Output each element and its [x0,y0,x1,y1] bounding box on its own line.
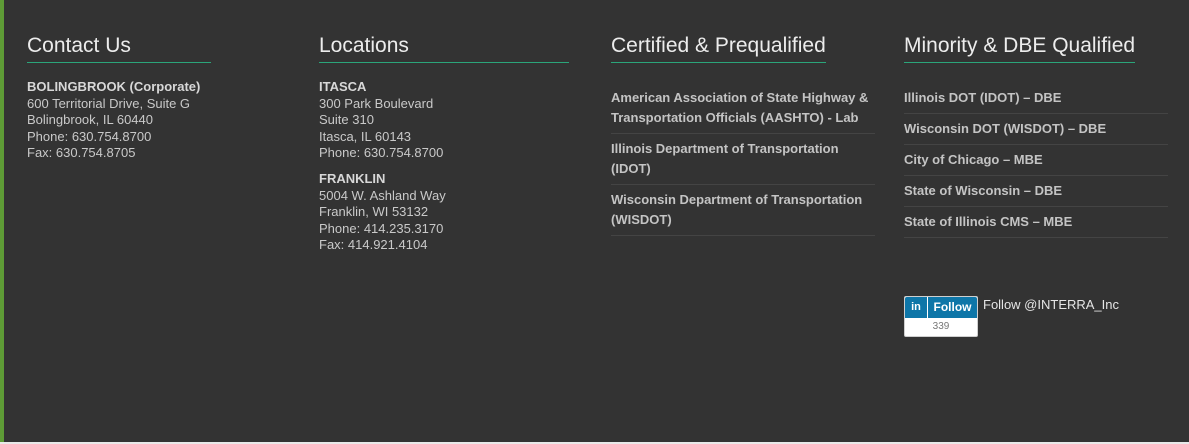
fax-number: Fax: 414.921.4104 [319,237,428,253]
address-line: Franklin, WI 53132 [319,204,429,220]
linkedin-follow-button[interactable]: in Follow 339 [904,296,978,337]
office-name: BOLINGBROOK (Corporate) [27,79,201,94]
certified-item-aashto[interactable]: American Association of State Highway & … [611,83,875,134]
minority-item-wisconsin-dbe[interactable]: State of Wisconsin – DBE [904,176,1168,207]
minority-item-chicago-mbe[interactable]: City of Chicago – MBE [904,145,1168,176]
address-line: 600 Territorial Drive, Suite G [27,95,191,111]
site-footer: Contact Us BOLINGBROOK (Corporate) 600 T… [0,0,1189,442]
address-line: 300 Park Boulevard [319,95,434,111]
linkedin-follower-count: 339 [932,321,950,332]
linkedin-follow-bar[interactable]: in Follow [905,297,977,318]
minority-list: Illinois DOT (IDOT) – DBE Wisconsin DOT … [904,83,1168,238]
twitter-follow-link[interactable]: Follow @INTERRA_Inc [983,296,1119,314]
phone-number: Phone: 414.235.3170 [319,220,444,236]
office-name: ITASCA [319,79,367,94]
locations-heading: Locations [319,32,569,63]
certified-item-idot[interactable]: Illinois Department of Transportation (I… [611,134,875,185]
address-line: 5004 W. Ashland Way [319,187,446,203]
fax-number: Fax: 630.754.8705 [27,145,136,161]
minority-item-idot-dbe[interactable]: Illinois DOT (IDOT) – DBE [904,83,1168,114]
franklin-address: FRANKLIN 5004 W. Ashland Way Franklin, W… [319,171,569,254]
address-line: Suite 310 [319,112,374,128]
office-name: FRANKLIN [319,170,386,186]
contact-column: Contact Us BOLINGBROOK (Corporate) 600 T… [27,32,211,162]
certified-heading: Certified & Prequalified [611,32,826,63]
itasca-address: ITASCA 300 Park Boulevard Suite 310 Itas… [319,79,569,162]
minority-heading: Minority & DBE Qualified [904,32,1136,63]
address-line: Bolingbrook, IL 60440 [27,112,154,128]
certified-item-wisdot[interactable]: Wisconsin Department of Transportation (… [611,185,875,236]
minority-item-illinois-cms-mbe[interactable]: State of Illinois CMS – MBE [904,207,1168,238]
phone-number: Phone: 630.754.8700 [27,128,152,144]
bolingbrook-address: BOLINGBROOK (Corporate) 600 Territorial … [27,79,211,162]
locations-column: Locations ITASCA 300 Park Boulevard Suit… [319,32,569,254]
certified-column: Certified & Prequalified American Associ… [611,32,875,236]
minority-item-wisdot-dbe[interactable]: Wisconsin DOT (WISDOT) – DBE [904,114,1168,145]
phone-number: Phone: 630.754.8700 [319,145,444,161]
linkedin-follow-label: Follow [933,300,972,314]
linkedin-icon: in [905,297,928,318]
certified-list: American Association of State Highway & … [611,83,875,236]
address-line: Itasca, IL 60143 [319,128,412,144]
contact-heading: Contact Us [27,32,211,63]
minority-column: Minority & DBE Qualified Illinois DOT (I… [904,32,1168,238]
